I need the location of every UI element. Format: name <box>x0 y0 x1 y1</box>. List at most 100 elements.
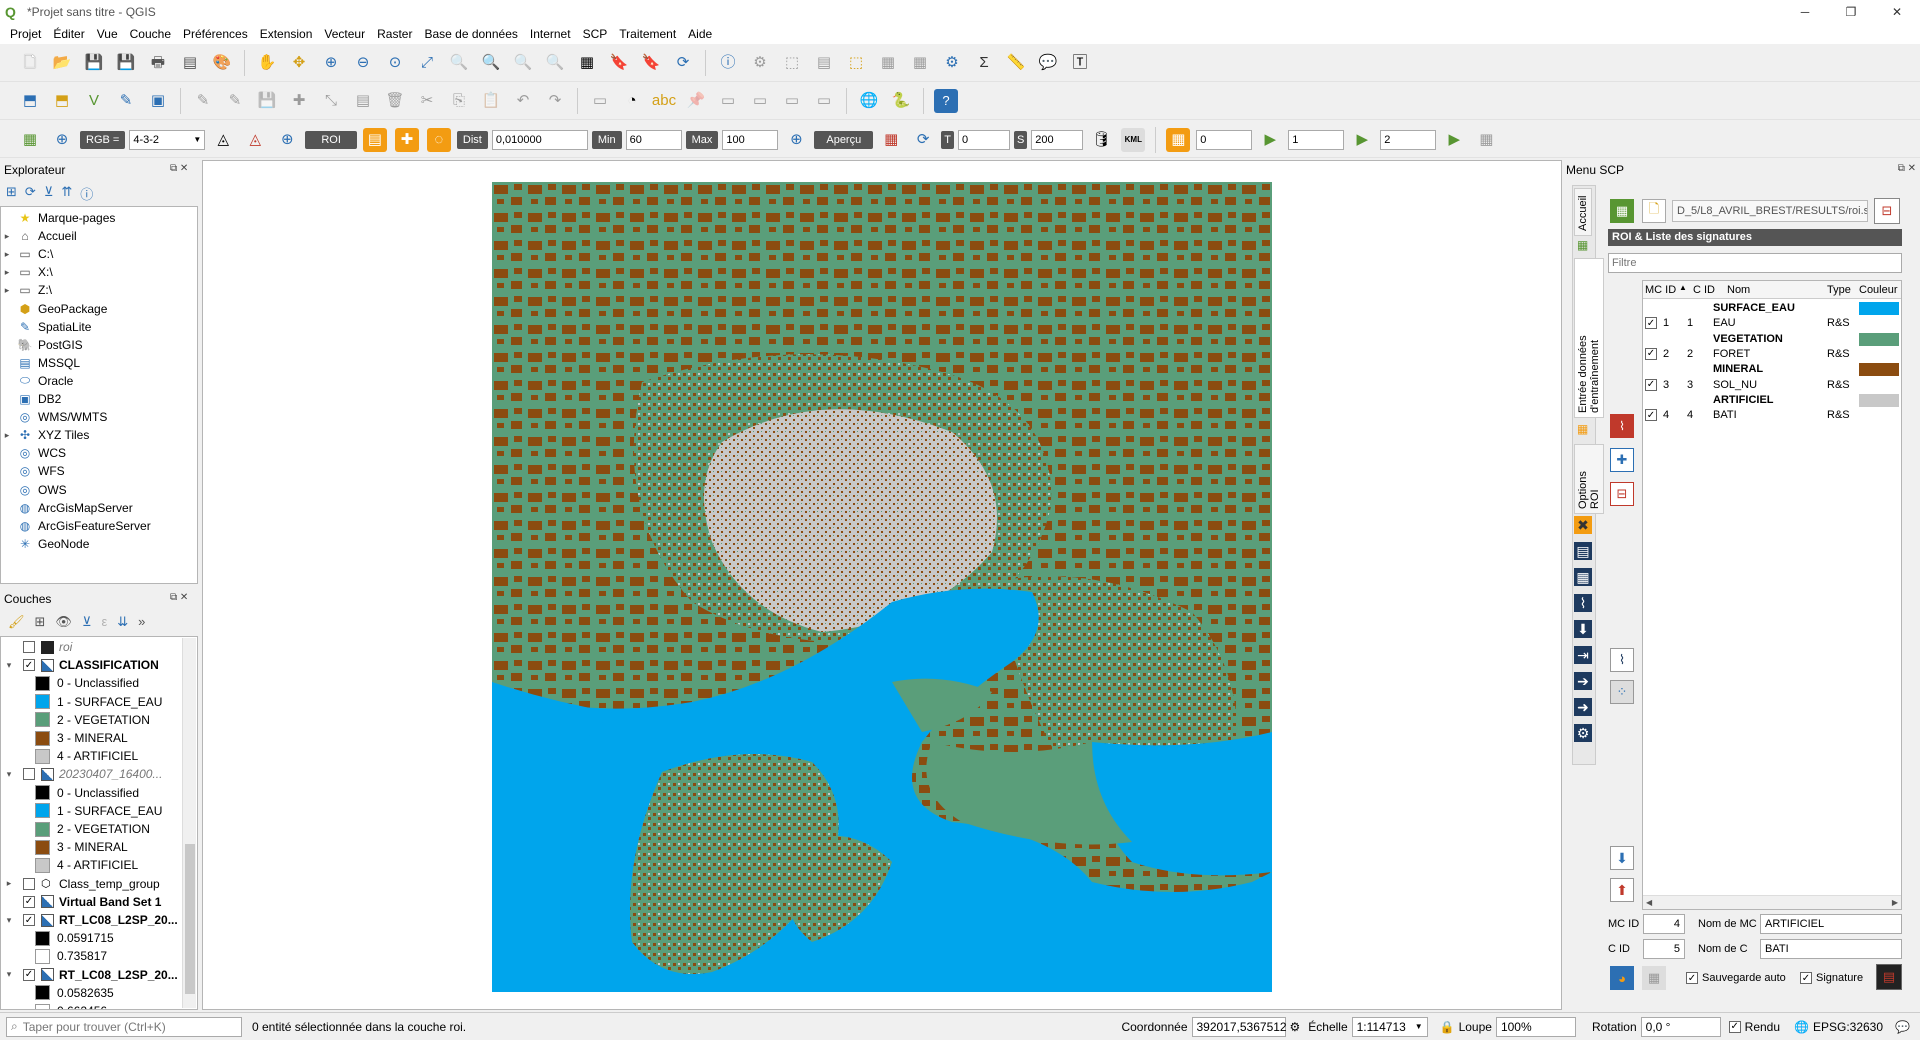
legend-item[interactable]: 0.735817 <box>1 947 183 965</box>
processing-toolbox-icon[interactable]: ⚙ <box>940 51 964 75</box>
macroclass-row[interactable]: MINERAL <box>1643 362 1901 377</box>
move-label-icon[interactable]: ▭ <box>748 89 772 113</box>
crs-icon[interactable]: 🌐 <box>1794 1020 1809 1034</box>
filter-legend-icon[interactable]: ⊻ <box>82 614 92 630</box>
col-nom[interactable]: Nom <box>1727 284 1750 296</box>
scroll-right-icon[interactable]: ▶ <box>1892 898 1898 907</box>
layer-visibility-checkbox[interactable]: ✓ <box>23 914 35 926</box>
mc-id-input[interactable]: 4 <box>1643 914 1685 934</box>
minimize-icon[interactable]: ─ <box>1782 0 1828 24</box>
paste-icon[interactable]: 📋 <box>479 89 503 113</box>
undo-icon[interactable]: ↶ <box>511 89 535 113</box>
expression-filter-icon[interactable]: ε <box>101 614 107 630</box>
band-calc-icon[interactable]: ▤ <box>1574 542 1592 560</box>
apercu-button[interactable]: Aperçu <box>814 130 874 149</box>
macroclass-row[interactable]: SURFACE_EAU <box>1643 301 1901 316</box>
scatter-plot-icon[interactable]: ⁘ <box>1610 680 1634 704</box>
text-annotation-icon[interactable]: 🅃 <box>1068 51 1092 75</box>
legend-item[interactable]: 0.0591715 <box>1 929 183 947</box>
magnifier-field[interactable]: 100% <box>1495 1016 1576 1037</box>
settings-side-icon[interactable]: ⚙ <box>1574 724 1592 742</box>
menu-item-4[interactable]: Préférences <box>177 27 254 41</box>
spectral-signature-icon[interactable]: ⌇ <box>1610 648 1634 672</box>
band-set-icon[interactable]: ▦ <box>1166 127 1191 152</box>
zoom-layer-icon[interactable]: 🔍 <box>479 51 503 75</box>
col-couleur[interactable]: Couleur <box>1859 284 1899 296</box>
tab-accueil[interactable]: Accueil <box>1574 188 1592 236</box>
select-value-icon[interactable]: ▤ <box>812 51 836 75</box>
refresh-icon[interactable]: ⟳ <box>671 51 695 75</box>
restore-icon[interactable]: ❐ <box>1828 0 1874 24</box>
edit-icon[interactable]: ✎ <box>191 89 215 113</box>
explorer-item[interactable]: ✳ GeoNode <box>1 535 89 553</box>
download-icon[interactable]: ⬇ <box>1574 620 1592 638</box>
menu-item-0[interactable]: Projet <box>4 27 47 41</box>
preview-classification-icon[interactable]: ▦ <box>879 128 903 152</box>
menu-item-10[interactable]: SCP <box>577 27 614 41</box>
chevron-down-icon[interactable]: ▾ <box>1 769 17 780</box>
signature-checkbox[interactable]: ✓ <box>1645 378 1657 391</box>
zoom-native-icon[interactable]: ⊙ <box>383 51 407 75</box>
open-file-icon[interactable]: ▦ <box>1610 199 1634 223</box>
attribute-table-icon[interactable]: ▦ <box>876 51 900 75</box>
zoom-preview-icon[interactable]: ⊕ <box>784 128 808 152</box>
class-color-swatch[interactable] <box>1859 332 1899 346</box>
tab-training-input[interactable]: Entrée données d'entraînement <box>1574 258 1604 418</box>
band-field-1[interactable]: 0 <box>1196 129 1253 150</box>
select-features-icon[interactable]: ⬚ <box>780 51 804 75</box>
dist-input[interactable]: 0,010000 <box>491 129 588 150</box>
bookmarks-icon[interactable]: 🔖 <box>639 51 663 75</box>
explorer-item[interactable]: ▤ MSSQL <box>1 354 80 372</box>
zoom-selection-icon[interactable]: 🔍 <box>447 51 471 75</box>
modify-attributes-icon[interactable]: ▤ <box>351 89 375 113</box>
col-type[interactable]: Type <box>1827 284 1851 296</box>
remove-temp-files-icon[interactable]: 🛢 <box>1089 128 1113 152</box>
layer-item[interactable]: ▸ ⬡ Class_temp_group <box>1 875 183 893</box>
legend-item[interactable]: 0 - Unclassified <box>1 784 183 802</box>
min-input[interactable]: 60 <box>625 129 682 150</box>
new-file-icon[interactable]: 🗋 <box>1642 199 1666 223</box>
signature-checkbox[interactable]: ✓ <box>1645 347 1657 360</box>
signature-row[interactable]: ✓ 2 2 FORET R&S <box>1643 347 1901 362</box>
locator-search-input[interactable]: ⌕ Taper pour trouver (Ctrl+K) <box>6 1016 242 1037</box>
rotation-field[interactable]: 0,0 ° <box>1640 1016 1721 1037</box>
explorer-item[interactable]: 🐘 PostGIS <box>1 336 83 354</box>
layer-visibility-checkbox[interactable]: ✓ <box>23 895 35 908</box>
filter-icon[interactable]: ⊻ <box>44 184 54 203</box>
menu-item-5[interactable]: Extension <box>254 27 319 41</box>
roi-button[interactable]: ROI <box>305 130 357 149</box>
statistics-icon[interactable]: Σ <box>972 51 996 75</box>
map-canvas[interactable] <box>202 160 1562 1010</box>
macroclass-row[interactable]: ARTIFICIEL <box>1643 393 1901 408</box>
add-signature-icon[interactable]: ✚ <box>1610 448 1634 472</box>
col-mc-id[interactable]: MC ID <box>1645 284 1676 296</box>
layer-item[interactable]: ▾ ✓ CLASSIFICATION <box>1 656 183 674</box>
chevron-right-icon[interactable]: ▸ <box>1 430 13 441</box>
redo-preview-icon[interactable]: ⟳ <box>911 128 935 152</box>
layer-visibility-checkbox[interactable]: ✓ <box>23 968 35 981</box>
pan-to-selection-icon[interactable]: ✥ <box>287 51 311 75</box>
layer-labeling-icon[interactable]: ◔ <box>620 89 644 113</box>
new-geopackage-icon[interactable]: ⬒ <box>50 89 74 113</box>
scp-home-icon[interactable]: ▦ <box>18 128 42 152</box>
max-input[interactable]: 100 <box>722 129 779 150</box>
layer-visibility-checkbox[interactable] <box>23 877 35 890</box>
chevron-right-icon[interactable]: ▸ <box>1 249 13 260</box>
legend-item[interactable]: 0.662456 <box>1 1002 183 1009</box>
roi-hscrollbar[interactable]: ◀ ▶ <box>1643 895 1901 909</box>
redo-icon[interactable]: ↷ <box>543 89 567 113</box>
label-abc-icon[interactable]: abc <box>652 89 676 113</box>
signature-plot-icon[interactable]: ⌇ <box>1610 414 1634 438</box>
open-project-icon[interactable]: 📂 <box>50 51 74 75</box>
cut-icon[interactable]: ✂ <box>415 89 439 113</box>
scp-extra-icon[interactable]: ▦ <box>1474 128 1498 152</box>
legend-item[interactable]: 0.0582635 <box>1 984 183 1002</box>
label-tool-icon[interactable]: ▭ <box>588 89 612 113</box>
region-growing-icon[interactable]: ◌ <box>426 127 451 152</box>
save-as-icon[interactable]: 💾 <box>114 51 138 75</box>
explorer-item[interactable]: ▸ ▭ X:\ <box>1 263 53 281</box>
style-manager-icon[interactable]: 🎨 <box>210 51 234 75</box>
filter-input[interactable] <box>1608 253 1902 273</box>
digitize-icon[interactable]: ✎ <box>114 89 138 113</box>
band-next-icon-2[interactable]: ▶ <box>1350 128 1374 152</box>
